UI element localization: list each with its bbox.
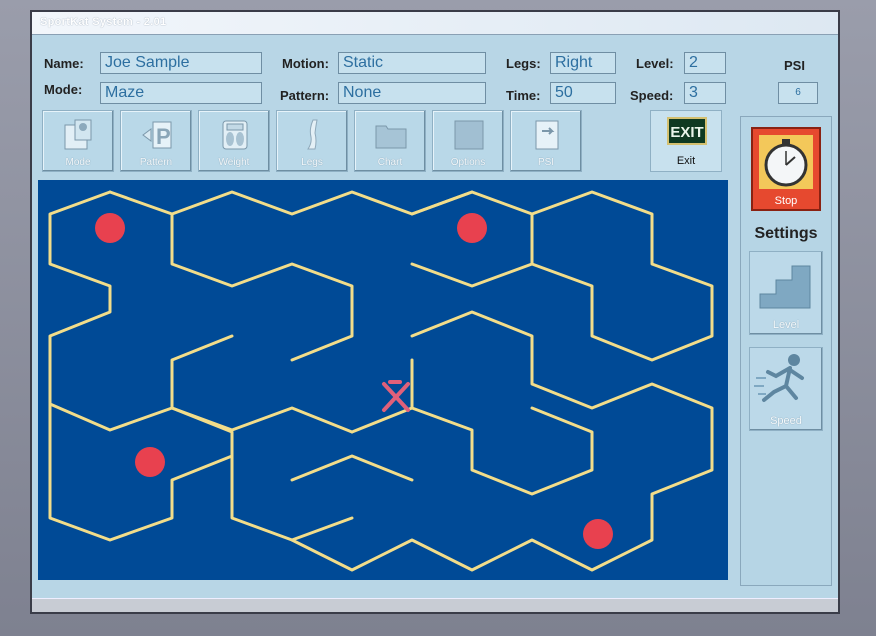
legs-field[interactable]: Right xyxy=(550,52,616,74)
mode-field[interactable]: Maze xyxy=(100,82,262,104)
maze-wall xyxy=(410,358,594,496)
target-dot xyxy=(95,213,125,243)
psi-icon xyxy=(535,120,559,150)
chart-folder-icon xyxy=(375,125,407,149)
legs-label: Legs: xyxy=(506,56,541,71)
stop-button-face xyxy=(759,135,813,189)
maze-wall xyxy=(350,406,414,434)
name-label: Name: xyxy=(44,56,84,71)
options-button-label: Options xyxy=(450,157,486,168)
toolbar: Mode P Pattern Weight Legs Chart Options… xyxy=(38,110,724,176)
level-label: Level: xyxy=(636,56,674,71)
maze-area[interactable] xyxy=(38,180,728,580)
psi-label: PSI xyxy=(784,58,805,73)
level-button[interactable]: Level xyxy=(749,251,823,335)
target-dot xyxy=(583,519,613,549)
runner-icon xyxy=(754,354,804,402)
options-button[interactable]: Options xyxy=(432,110,504,172)
weight-button[interactable]: Weight xyxy=(198,110,270,172)
pattern-field[interactable]: None xyxy=(338,82,486,104)
maze-wall xyxy=(290,454,414,482)
motion-field[interactable]: Static xyxy=(338,52,486,74)
stop-button-label: Stop xyxy=(774,195,798,207)
stopwatch-icon xyxy=(764,139,808,187)
mode-button[interactable]: Mode xyxy=(42,110,114,172)
taskbar xyxy=(32,598,838,612)
exit-button-label: Exit xyxy=(676,155,696,167)
exit-button[interactable]: EXIT Exit xyxy=(650,110,722,172)
psi-button[interactable]: PSI xyxy=(510,110,582,172)
mode-icon xyxy=(64,119,92,150)
window-title: SportKat System - 2.01 xyxy=(40,16,167,28)
maze-walls xyxy=(48,190,714,572)
pattern-label: Pattern: xyxy=(280,88,330,103)
speed-field[interactable]: 3 xyxy=(684,82,726,104)
chart-button-label: Chart xyxy=(377,157,403,168)
maze-wall xyxy=(48,190,354,542)
maze-wall xyxy=(170,334,354,434)
maze-wall xyxy=(410,190,474,216)
speed-label: Speed: xyxy=(630,88,674,103)
weight-button-label: Weight xyxy=(218,157,250,168)
maze-wall xyxy=(170,190,714,362)
name-field[interactable]: Joe Sample xyxy=(100,52,262,74)
level-button-label: Level xyxy=(772,319,800,331)
maze-canvas xyxy=(48,190,714,572)
maze-wall xyxy=(290,310,714,572)
level-field[interactable]: 2 xyxy=(684,52,726,74)
target-dot xyxy=(135,447,165,477)
legs-button[interactable]: Legs xyxy=(276,110,348,172)
exit-sign-icon: EXIT xyxy=(667,117,707,145)
weight-icon xyxy=(222,120,248,150)
app-window: SportKat System - 2.01 Name: Joe Sample … xyxy=(30,10,840,614)
target-dot xyxy=(457,213,487,243)
stairs-icon xyxy=(759,265,811,309)
pattern-icon: P xyxy=(142,121,172,149)
time-label: Time: xyxy=(506,88,541,103)
title-bar: SportKat System - 2.01 xyxy=(32,12,838,35)
speed-button-label: Speed xyxy=(770,415,802,427)
side-panel: Stop Settings Level Speed xyxy=(740,116,832,586)
psi-field: 6 xyxy=(778,82,818,104)
chart-button[interactable]: Chart xyxy=(354,110,426,172)
pattern-button-label: Pattern xyxy=(139,157,173,168)
options-icon xyxy=(454,120,484,150)
psi-button-label: PSI xyxy=(537,157,555,168)
speed-button[interactable]: Speed xyxy=(749,347,823,431)
time-field[interactable]: 50 xyxy=(550,82,616,104)
legs-icon xyxy=(307,119,318,150)
mode-button-label: Mode xyxy=(65,157,91,168)
player-cursor-icon xyxy=(382,380,410,412)
settings-heading: Settings xyxy=(754,225,818,242)
stop-button[interactable]: Stop xyxy=(751,127,821,211)
svg-text:P: P xyxy=(156,124,171,149)
legs-button-label: Legs xyxy=(301,157,323,168)
mode-label: Mode: xyxy=(44,82,83,97)
motion-label: Motion: xyxy=(282,56,329,71)
pattern-button[interactable]: P Pattern xyxy=(120,110,192,172)
